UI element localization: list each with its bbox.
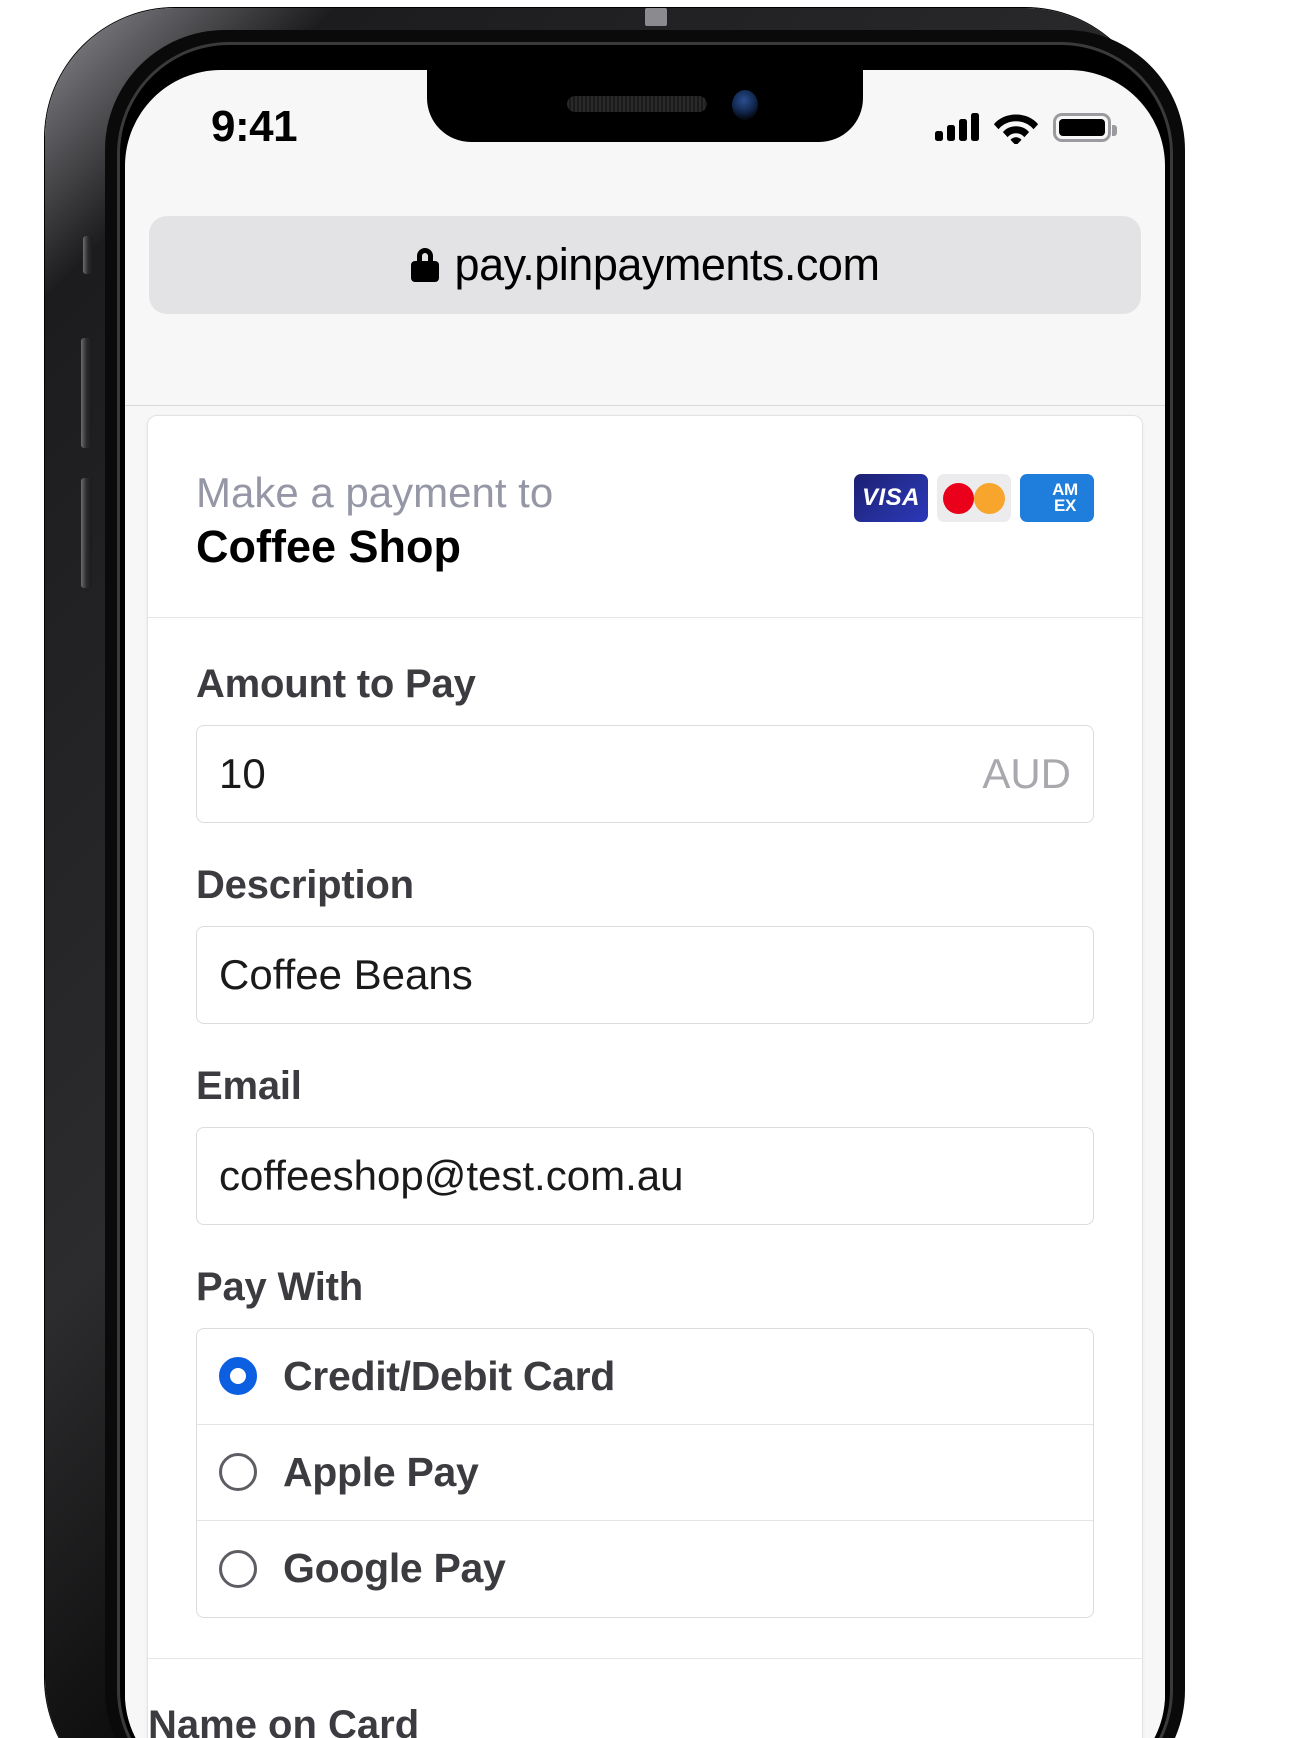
screenshot-stage: 9:41 pay.pinpayments.com Make a payment … bbox=[0, 0, 1295, 1738]
mute-switch-button[interactable] bbox=[83, 236, 93, 274]
phone-device-frame: 9:41 pay.pinpayments.com Make a payment … bbox=[45, 8, 1185, 1738]
wifi-icon bbox=[993, 114, 1039, 144]
amount-field-group: Amount to Pay 10 AUD bbox=[196, 662, 1094, 823]
cellular-signal-icon bbox=[935, 113, 979, 141]
amex-label-line2: EX bbox=[1053, 496, 1077, 515]
payment-card-header: Make a payment to Coffee Shop VISA AM EX bbox=[148, 416, 1142, 618]
description-field-group: Description Coffee Beans bbox=[196, 863, 1094, 1024]
payment-method-option-credit-debit-card[interactable]: Credit/Debit Card bbox=[197, 1329, 1093, 1425]
currency-suffix: AUD bbox=[982, 749, 1071, 797]
name-on-card-label: Name on Card bbox=[148, 1702, 420, 1738]
lock-icon bbox=[410, 248, 439, 282]
payment-card-body: Amount to Pay 10 AUD Description Coffee … bbox=[148, 618, 1142, 1738]
radio-selected-icon[interactable] bbox=[219, 1357, 257, 1396]
email-label: Email bbox=[196, 1063, 302, 1108]
payment-method-label: Apple Pay bbox=[283, 1448, 479, 1495]
phone-screen: 9:41 pay.pinpayments.com Make a payment … bbox=[125, 70, 1165, 1738]
email-input[interactable]: coffeeshop@test.com.au bbox=[196, 1126, 1094, 1225]
email-field-group: Email coffeeshop@test.com.au bbox=[196, 1064, 1094, 1225]
amount-value: 10 bbox=[219, 749, 266, 797]
amount-label: Amount to Pay bbox=[196, 661, 476, 706]
volume-up-button[interactable] bbox=[81, 338, 92, 448]
merchant-name: Coffee Shop bbox=[196, 520, 461, 572]
payment-method-radio-group: Credit/Debit Card Apple Pay Google Pay bbox=[196, 1327, 1094, 1618]
pay-with-field-group: Pay With Credit/Debit Card Apple Pay Goo… bbox=[196, 1265, 1094, 1618]
radio-unselected-icon[interactable] bbox=[219, 1549, 257, 1588]
description-value: Coffee Beans bbox=[219, 950, 473, 998]
status-bar-icons bbox=[935, 110, 1117, 144]
description-label: Description bbox=[196, 862, 414, 907]
card-details-section: Name on Card bbox=[148, 1657, 1142, 1738]
url-text: pay.pinpayments.com bbox=[454, 239, 880, 290]
volume-down-button[interactable] bbox=[81, 478, 92, 588]
description-input[interactable]: Coffee Beans bbox=[196, 925, 1094, 1024]
payment-card: Make a payment to Coffee Shop VISA AM EX… bbox=[147, 415, 1143, 1738]
url-address-bar[interactable]: pay.pinpayments.com bbox=[149, 216, 1141, 314]
merchant-info: Make a payment to Coffee Shop bbox=[196, 468, 553, 573]
payment-method-label: Credit/Debit Card bbox=[283, 1352, 616, 1399]
antenna-band bbox=[645, 8, 667, 26]
amex-icon: AM EX bbox=[1020, 474, 1094, 522]
visa-icon: VISA bbox=[854, 474, 928, 522]
pay-to-label: Make a payment to bbox=[196, 469, 554, 516]
email-value: coffeeshop@test.com.au bbox=[219, 1151, 684, 1199]
browser-toolbar: pay.pinpayments.com bbox=[125, 166, 1165, 406]
battery-full-icon bbox=[1053, 112, 1117, 142]
payment-method-label: Google Pay bbox=[283, 1545, 506, 1592]
status-bar-time: 9:41 bbox=[211, 102, 298, 151]
amount-input[interactable]: 10 AUD bbox=[196, 724, 1094, 823]
radio-unselected-icon[interactable] bbox=[219, 1453, 257, 1492]
pay-with-label: Pay With bbox=[196, 1264, 363, 1309]
accepted-card-brands: VISA AM EX bbox=[854, 474, 1094, 522]
status-bar: 9:41 bbox=[125, 70, 1165, 166]
web-page-content: Make a payment to Coffee Shop VISA AM EX… bbox=[125, 407, 1165, 1738]
mastercard-icon bbox=[937, 474, 1011, 522]
payment-method-option-google-pay[interactable]: Google Pay bbox=[197, 1521, 1093, 1617]
payment-method-option-apple-pay[interactable]: Apple Pay bbox=[197, 1425, 1093, 1521]
